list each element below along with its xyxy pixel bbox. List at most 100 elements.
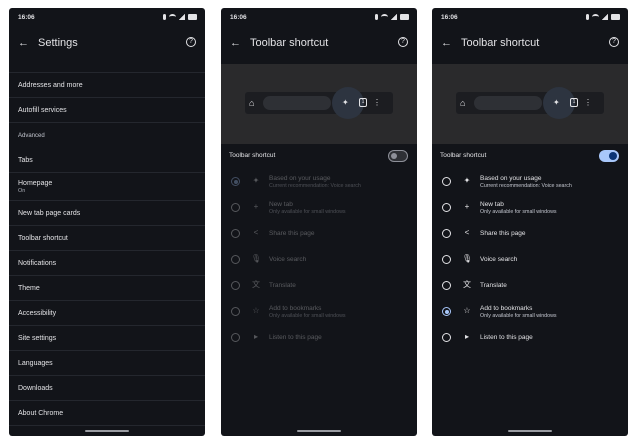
radio-button[interactable] (442, 229, 451, 238)
settings-item-label: New tab page cards (18, 209, 81, 217)
signal-icon (602, 14, 608, 20)
option-title: Voice search (480, 256, 518, 263)
settings-item[interactable]: Notifications (9, 251, 205, 276)
share-icon: < (253, 228, 259, 237)
option-title: Voice search (269, 256, 307, 263)
settings-item[interactable]: Homepage On (9, 173, 205, 201)
settings-item[interactable]: New tab page cards (9, 201, 205, 226)
translate-icon: 文 (463, 280, 471, 289)
option-text: Listen to this page (480, 334, 624, 342)
radio-button[interactable] (442, 177, 451, 186)
settings-item-label: Autofill services (18, 106, 67, 114)
shortcut-option: ▸ Listen to this page (221, 325, 417, 351)
toolbar-shortcut-toggle-row[interactable]: Toolbar shortcut (432, 144, 628, 169)
settings-item[interactable]: Downloads (9, 376, 205, 401)
settings-item-label: Downloads (18, 384, 53, 392)
settings-item[interactable]: About Chrome (9, 401, 205, 426)
option-title: Share this page (269, 230, 315, 237)
shortcut-option[interactable]: ▸ Listen to this page (432, 325, 628, 351)
settings-item[interactable]: Addresses and more (9, 73, 205, 98)
option-title: Add to bookmarks (480, 305, 533, 312)
radio-button[interactable] (442, 281, 451, 290)
omnibox-preview: ⌂ ✦ 1 ⋮ (456, 87, 604, 119)
option-text: Add to bookmarks Only available for small… (480, 305, 624, 320)
gesture-nav-handle[interactable] (297, 430, 341, 432)
settings-item[interactable]: Accessibility (9, 301, 205, 326)
help-icon[interactable]: ? (609, 37, 619, 47)
settings-item-label: Addresses and more (18, 81, 83, 89)
help-icon[interactable]: ? (398, 37, 408, 47)
omnibox-preview: ⌂ ✦ 1 ⋮ (245, 87, 393, 119)
signal-icon (179, 14, 185, 20)
settings-list: Addresses and more Autofill services Advan… (9, 64, 205, 426)
translate-icon: 文 (252, 280, 260, 289)
home-icon: ⌂ (460, 98, 466, 108)
radio-button (231, 333, 240, 342)
toolbar-shortcut-screen-on: 16:06 ← Toolbar shortcut ? ⌂ ✦ 1 ⋮ Toolb… (432, 8, 628, 436)
settings-item[interactable]: Toolbar shortcut (9, 226, 205, 251)
radio-button[interactable] (442, 307, 451, 316)
sparkle-icon: ✦ (252, 176, 260, 185)
radio-button (231, 203, 240, 212)
toolbar-shortcut-switch[interactable] (599, 150, 619, 162)
option-subtitle: Only available for small windows (269, 313, 346, 319)
address-bar-preview (263, 96, 331, 110)
option-text: Share this page (269, 230, 413, 238)
radio-button[interactable] (442, 333, 451, 342)
mic-icon: 🎙 (251, 254, 262, 263)
wifi-icon (381, 14, 388, 20)
battery-icon (188, 14, 197, 20)
radio-button (231, 281, 240, 290)
option-text: Translate (480, 282, 624, 290)
toolbar-shortcut-toggle-row[interactable]: Toolbar shortcut (221, 144, 417, 169)
settings-item[interactable]: Tabs (9, 148, 205, 173)
help-icon[interactable]: ? (186, 37, 196, 47)
toggle-label: Toolbar shortcut (440, 152, 487, 159)
sparkle-icon: ✦ (463, 176, 471, 185)
settings-item[interactable]: Autofill services (9, 98, 205, 123)
toolbar-preview: ⌂ ✦ 1 ⋮ (221, 64, 417, 144)
option-subtitle: Current recommendation: Voice search (269, 183, 361, 189)
radio-button[interactable] (442, 203, 451, 212)
back-arrow-icon[interactable]: ← (18, 36, 29, 50)
settings-item-label: Site settings (18, 334, 57, 342)
option-text: Voice search (269, 256, 413, 264)
gesture-nav-handle[interactable] (508, 430, 552, 432)
option-text: Based on your usage Current recommendatio… (269, 175, 413, 190)
toolbar-shortcut-switch[interactable] (388, 150, 408, 162)
gesture-nav-handle[interactable] (85, 430, 129, 432)
shortcut-option: + New tab Only available for small windows (221, 195, 417, 221)
option-title: Based on your usage (269, 175, 331, 182)
option-text: Voice search (480, 256, 624, 264)
settings-item[interactable]: Languages (9, 351, 205, 376)
status-time: 16:06 (230, 14, 247, 21)
shortcut-option[interactable]: ✦ Based on your usage Current recommendati… (432, 169, 628, 195)
option-text: Listen to this page (269, 334, 413, 342)
shortcut-option[interactable]: < Share this page (432, 221, 628, 247)
shortcut-option[interactable]: 🎙 Voice search (432, 247, 628, 273)
settings-screen: 16:06 ← Settings ? Addresses and more Aut… (9, 8, 205, 436)
status-bar: 16:06 (18, 14, 197, 24)
shortcut-option[interactable]: 文 Translate (432, 273, 628, 299)
option-subtitle: Only available for small windows (480, 313, 557, 319)
back-arrow-icon[interactable]: ← (230, 36, 241, 50)
wifi-icon (592, 14, 599, 20)
radio-button[interactable] (442, 255, 451, 264)
option-subtitle: Only available for small windows (269, 209, 346, 215)
settings-item[interactable]: Theme (9, 276, 205, 301)
star-icon: ☆ (463, 306, 471, 315)
toolbar-shortcut-screen-off: 16:06 ← Toolbar shortcut ? ⌂ ✦ 1 ⋮ Toolb… (221, 8, 417, 436)
shortcut-option[interactable]: ☆ Add to bookmarks Only available for smal… (432, 299, 628, 325)
battery-icon (400, 14, 409, 20)
more-menu-icon: ⋮ (584, 98, 592, 107)
settings-item[interactable]: Site settings (9, 326, 205, 351)
address-bar-preview (474, 96, 542, 110)
option-text: Share this page (480, 230, 624, 238)
radio-button (231, 229, 240, 238)
option-title: Add to bookmarks (269, 305, 322, 312)
shortcut-option[interactable]: + New tab Only available for small windows (432, 195, 628, 221)
option-title: Translate (269, 282, 296, 289)
settings-item-label: Theme (18, 284, 40, 292)
home-icon: ⌂ (249, 98, 255, 108)
back-arrow-icon[interactable]: ← (441, 36, 452, 50)
